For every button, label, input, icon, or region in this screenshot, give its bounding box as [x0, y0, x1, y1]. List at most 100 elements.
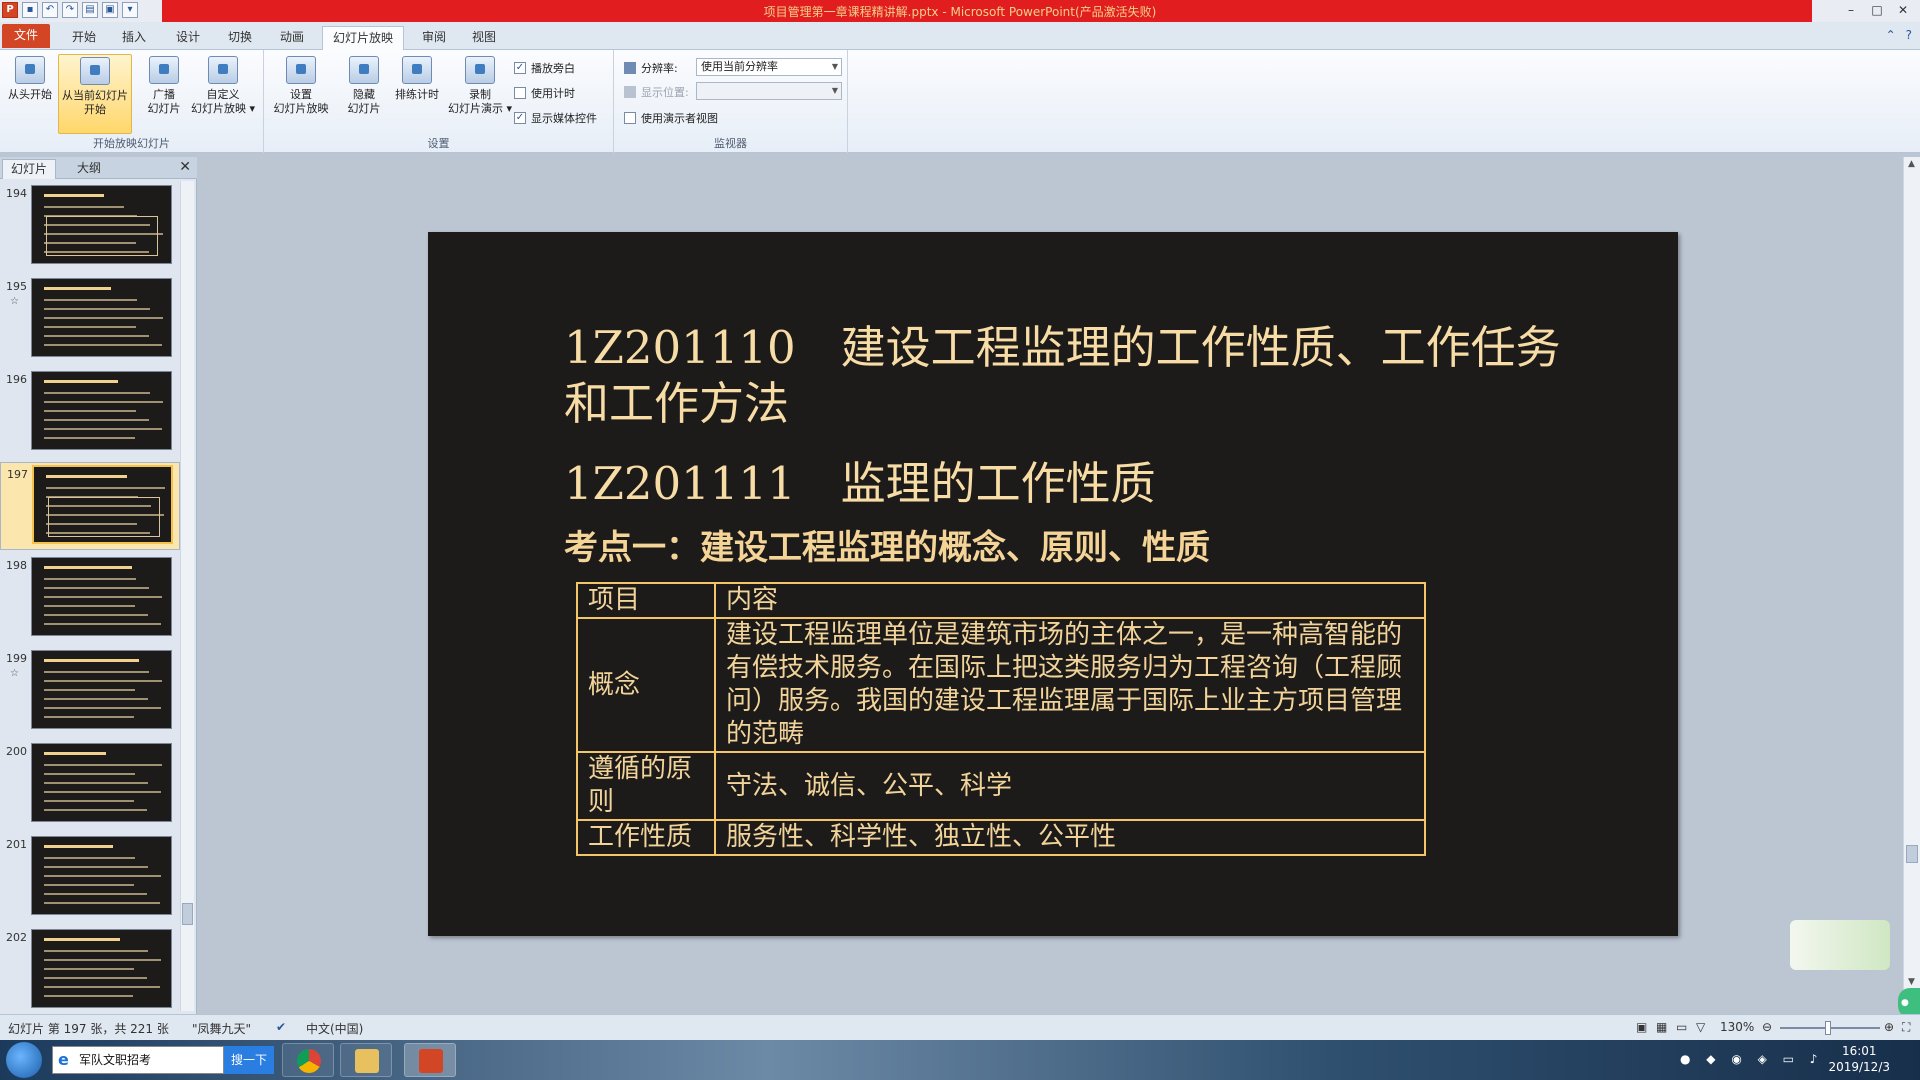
main-scrollbar[interactable]: ▲ ▼ [1903, 157, 1920, 1014]
spell-check-icon[interactable]: ✔ [276, 1020, 286, 1034]
slide-thumbnail[interactable]: 200 [0, 741, 180, 829]
tab-slideshow[interactable]: 幻灯片放映 [322, 26, 404, 50]
tab-home[interactable]: 开始 [62, 26, 106, 50]
slide-count-status: 幻灯片 第 197 张，共 221 张 [8, 1022, 169, 1036]
slide-thumbnail-preview [31, 650, 172, 729]
redo-icon[interactable]: ↷ [62, 2, 78, 18]
slide-sorter-icon[interactable]: ▦ [1656, 1020, 1667, 1034]
slide-thumbnail-preview [31, 743, 172, 822]
from-beginning-button[interactable]: 从头开始 [2, 54, 58, 134]
slide-thumbnail[interactable]: 198 [0, 555, 180, 643]
thumbnail-text-line [44, 782, 148, 784]
tab-outline[interactable]: 大纲 [62, 159, 116, 179]
record-slideshow-icon [465, 56, 495, 84]
tab-transitions[interactable]: 切换 [218, 26, 262, 50]
system-tray[interactable]: ● ◆ ◉ ◈ ▭ ♪ [1680, 1052, 1823, 1066]
slide[interactable]: 1Z201110 建设工程监理的工作性质、工作任务和工作方法 1Z201111 … [428, 232, 1678, 936]
slide-table: 项目 内容 概念 建设工程监理单位是建筑市场的主体之一，是一种高智能的有偿技术服… [576, 582, 1426, 856]
save-icon[interactable]: ▪ [22, 2, 38, 18]
thumbnail-text-line [44, 299, 137, 301]
tab-file[interactable]: 文件 [2, 24, 50, 48]
powerpoint-icon [419, 1049, 443, 1073]
slide-number: 199 [6, 652, 27, 665]
scroll-up-icon[interactable]: ▲ [1908, 159, 1915, 169]
title-bar: 项目管理第一章课程精讲解.pptx - Microsoft PowerPoint… [0, 0, 1920, 22]
custom-slideshow-button[interactable]: 自定义 幻灯片放映 ▾ [186, 54, 260, 134]
print-preview-icon[interactable]: ▣ [102, 2, 118, 18]
close-panel-icon[interactable]: ✕ [179, 159, 191, 175]
taskbar: e 军队文职招考 搜一下 ● ◆ ◉ ◈ ▭ ♪ 16:01 2019/12/3 [0, 1040, 1920, 1080]
reading-view-icon[interactable]: ▭ [1676, 1020, 1687, 1034]
open-icon[interactable]: ▤ [82, 2, 98, 18]
slide-thumbnail[interactable]: 202 [0, 927, 180, 1015]
language-status[interactable]: 中文(中国) [306, 1020, 363, 1037]
scroll-down-icon[interactable]: ▼ [1908, 977, 1915, 987]
zoom-slider-handle[interactable] [1825, 1021, 1831, 1035]
play-narration-checkbox[interactable]: ✓ 播放旁白 [514, 60, 575, 76]
from-current-slide-button[interactable]: 从当前幻灯片 开始 [58, 54, 132, 134]
thumbnail-text-line [44, 866, 148, 868]
presenter-view-checkbox[interactable]: 使用演示者视图 [624, 110, 718, 126]
panel-scroll-thumb[interactable] [182, 903, 193, 925]
main-scroll-thumb[interactable] [1906, 845, 1918, 863]
tab-insert[interactable]: 插入 [112, 26, 156, 50]
use-timings-checkbox[interactable]: 使用计时 [514, 85, 575, 101]
taskbar-chrome[interactable] [282, 1043, 334, 1077]
zoom-out-icon[interactable]: ⊖ [1762, 1020, 1772, 1034]
show-on-select[interactable]: ▼ [696, 82, 842, 100]
start-button[interactable] [6, 1042, 42, 1078]
taskbar-search-input[interactable]: e 军队文职招考 [52, 1046, 224, 1074]
zoom-in-icon[interactable]: ⊕ [1884, 1020, 1894, 1034]
setup-slideshow-button[interactable]: 设置 幻灯片放映 [266, 54, 336, 134]
table-cell: 遵循的原则 [576, 751, 716, 821]
zoom-level[interactable]: 130% [1720, 1020, 1754, 1034]
tab-slides[interactable]: 幻灯片 [2, 159, 56, 179]
slide-thumbnail[interactable]: 196 [0, 369, 180, 457]
thumbnail-text-line [44, 875, 161, 877]
desktop-widget-sticker [1790, 920, 1890, 970]
maximize-button[interactable]: □ [1864, 1, 1890, 19]
thumbnail-text-line [44, 317, 163, 319]
ribbon: 从头开始 从当前幻灯片 开始 广播 幻灯片 自定义 幻灯片放映 ▾ 开始放映幻灯… [0, 50, 1920, 153]
resolution-select[interactable]: 使用当前分辨率 ▼ [696, 58, 842, 76]
tab-design[interactable]: 设计 [166, 26, 210, 50]
tab-review[interactable]: 审阅 [412, 26, 456, 50]
hide-slide-button[interactable]: 隐藏 幻灯片 [336, 54, 392, 134]
customize-qat-icon[interactable]: ▾ [122, 2, 138, 18]
powerpoint-icon[interactable]: P [2, 2, 18, 18]
thumbnail-text-line [44, 578, 136, 580]
slide-thumbnail[interactable]: 199 ☆ [0, 648, 180, 736]
slide-thumbnail[interactable]: 195 ☆ [0, 276, 180, 364]
thumbnail-text-line [44, 689, 135, 691]
minimize-button[interactable]: – [1838, 1, 1864, 19]
normal-view-icon[interactable]: ▣ [1636, 1020, 1647, 1034]
thumbnail-text-line [44, 587, 149, 589]
thumbnail-text-line [44, 401, 163, 403]
show-media-controls-checkbox[interactable]: ✓ 显示媒体控件 [514, 110, 597, 126]
undo-icon[interactable]: ↶ [42, 2, 58, 18]
rehearse-timings-button[interactable]: 排练计时 [388, 54, 446, 134]
collapse-ribbon-icon[interactable]: ⌃ [1886, 28, 1896, 42]
thumbnail-text-line [44, 596, 162, 598]
broadcast-slideshow-button[interactable]: 广播 幻灯片 [136, 54, 192, 134]
checkbox-checked-icon: ✓ [514, 62, 526, 74]
slide-thumbnail[interactable]: 194 [0, 183, 180, 271]
checkbox-unchecked-icon [624, 112, 636, 124]
slide-thumbnail[interactable]: 201 [0, 834, 180, 922]
record-slideshow-button[interactable]: 录制 幻灯片演示 ▾ [440, 54, 520, 134]
panel-scrollbar[interactable] [180, 181, 194, 1011]
tab-animations[interactable]: 动画 [270, 26, 314, 50]
tab-view[interactable]: 视图 [462, 26, 506, 50]
help-icon[interactable]: ? [1906, 28, 1912, 42]
fit-slide-icon[interactable]: ⛶ [1902, 1020, 1910, 1035]
setup-slideshow-icon [286, 56, 316, 84]
slideshow-view-icon[interactable]: ▽ [1696, 1020, 1705, 1034]
taskbar-search-button[interactable]: 搜一下 [224, 1046, 274, 1074]
taskbar-powerpoint[interactable] [404, 1043, 456, 1077]
slide-thumbnail[interactable]: 197 [0, 462, 180, 550]
taskbar-explorer[interactable] [340, 1043, 392, 1077]
close-button[interactable]: ✕ [1890, 1, 1916, 19]
chevron-down-icon: ▼ [831, 62, 838, 71]
taskbar-clock[interactable]: 16:01 2019/12/3 [1828, 1043, 1890, 1075]
table-cell: 工作性质 [576, 819, 716, 856]
